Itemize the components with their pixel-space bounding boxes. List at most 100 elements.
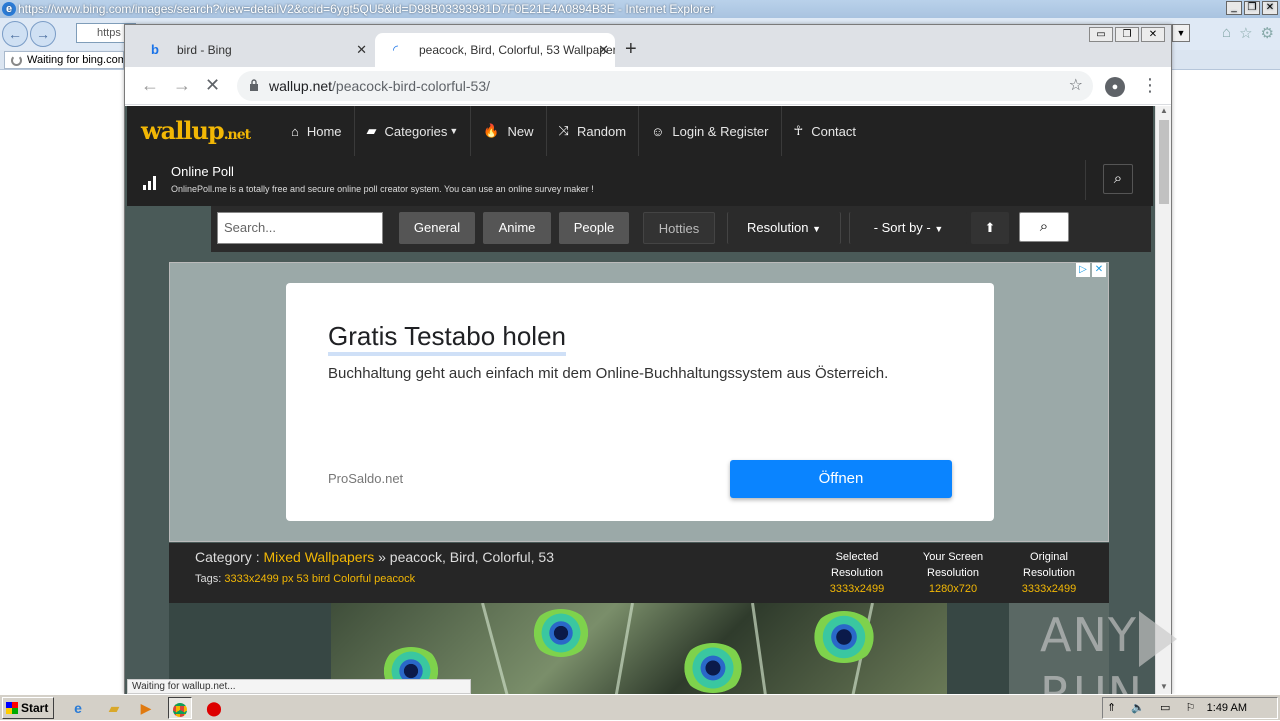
res-value: 3333x2499 bbox=[829, 583, 885, 595]
chrome-tab-wallup[interactable]: ◜ peacock, Bird, Colorful, 53 Wallpaper … bbox=[375, 33, 615, 67]
menu-label: New bbox=[507, 123, 534, 139]
filter-hotties-button[interactable]: Hotties bbox=[643, 212, 715, 244]
loading-icon: ◜ bbox=[393, 42, 399, 57]
ie-restore-button[interactable]: ❐ bbox=[1244, 1, 1260, 15]
ie-home-icon[interactable]: ⌂ bbox=[1222, 24, 1231, 42]
resolution-label: Resolution bbox=[747, 220, 809, 235]
url-host: wallup.net bbox=[269, 78, 333, 94]
sort-dropdown[interactable]: - Sort by - ▼ bbox=[849, 212, 967, 244]
ie-title-bar: e https://www.bing.com/images/search?vie… bbox=[0, 0, 1280, 18]
res-label: Resolution bbox=[1023, 567, 1075, 579]
ie-tab[interactable]: Waiting for bing.com bbox=[4, 51, 124, 69]
menu-categories[interactable]: ▰ Categories ▼ bbox=[355, 106, 472, 156]
poll-description: OnlinePoll.me is a totally free and secu… bbox=[171, 184, 594, 194]
close-tab-icon[interactable]: ✕ bbox=[598, 33, 609, 67]
menu-random[interactable]: ⤨ Random bbox=[547, 106, 640, 156]
chrome-window: b bird - Bing ✕ ◜ peacock, Bird, Colorfu… bbox=[124, 24, 1172, 694]
omnibox[interactable]: wallup.net/peacock-bird-colorful-53/ ☆ bbox=[237, 71, 1093, 101]
menu-home[interactable]: ⌂ Home bbox=[279, 106, 355, 156]
chrome-tab-label: bird - Bing bbox=[177, 43, 232, 57]
scroll-thumb[interactable] bbox=[1159, 120, 1169, 204]
filter-general-button[interactable]: General bbox=[399, 212, 475, 244]
ad-card[interactable]: Gratis Testabo holen Buchhaltung geht au… bbox=[286, 283, 994, 521]
chrome-tab-label: peacock, Bird, Colorful, 53 Wallpaper bbox=[419, 43, 615, 57]
play-icon bbox=[1138, 610, 1177, 667]
scroll-up-icon[interactable]: ▲ bbox=[1156, 106, 1171, 118]
adchoices-icon[interactable]: ▷ bbox=[1076, 263, 1090, 277]
forward-arrow-icon[interactable]: → bbox=[173, 75, 191, 95]
site-logo[interactable]: wallup.net bbox=[141, 116, 251, 145]
ie-tab-label: Waiting for bing.com bbox=[27, 54, 124, 66]
ad-source[interactable]: ProSaldo.net bbox=[328, 471, 403, 486]
ie-back-icon[interactable]: ← bbox=[2, 21, 28, 47]
original-resolution[interactable]: Original Resolution 3333x2499 bbox=[1009, 549, 1089, 597]
search-submit-icon[interactable]: ⌕ bbox=[1019, 212, 1069, 242]
res-label: Resolution bbox=[927, 567, 979, 579]
header-search-icon[interactable]: ⌕ bbox=[1103, 164, 1133, 194]
ad-open-button[interactable]: Öffnen bbox=[730, 460, 952, 498]
explorer-folder-icon[interactable]: ▰ bbox=[102, 697, 126, 719]
close-tab-icon[interactable]: ✕ bbox=[356, 33, 367, 67]
ie-close-button[interactable]: ✕ bbox=[1262, 1, 1278, 15]
logo-suffix: .net bbox=[223, 127, 251, 143]
start-button[interactable]: Start bbox=[2, 697, 54, 719]
loading-spinner-icon bbox=[11, 55, 22, 66]
filter-people-button[interactable]: People bbox=[559, 212, 629, 244]
menu-new[interactable]: 🔥 New bbox=[471, 106, 547, 156]
bookmark-star-icon[interactable]: ☆ bbox=[1069, 71, 1083, 101]
chrome-toolbar: ← → ✕ wallup.net/peacock-bird-colorful-5… bbox=[125, 67, 1171, 105]
ad-close-icon[interactable]: ✕ bbox=[1092, 263, 1106, 277]
advertisement[interactable]: ▷ ✕ Gratis Testabo holen Buchhaltung geh… bbox=[169, 262, 1109, 542]
status-bubble: Waiting for wallup.net... bbox=[127, 679, 471, 694]
selected-resolution[interactable]: Selected Resolution 3333x2499 bbox=[817, 549, 897, 597]
chrome-taskbar-icon[interactable] bbox=[168, 697, 192, 719]
bar-chart-icon bbox=[143, 176, 157, 190]
chrome-tab-strip: b bird - Bing ✕ ◜ peacock, Bird, Colorfu… bbox=[125, 25, 1171, 67]
start-label: Start bbox=[21, 701, 49, 715]
caret-down-icon: ▼ bbox=[449, 126, 459, 136]
new-tab-icon[interactable]: + bbox=[625, 39, 637, 59]
res-label: Resolution bbox=[831, 567, 883, 579]
online-poll-promo[interactable]: Online Poll OnlinePoll.me is a totally f… bbox=[141, 162, 1081, 202]
tray-icons[interactable]: ⇑ 🔈 ▭ ⚐ bbox=[1107, 698, 1201, 718]
stop-loading-icon[interactable]: ✕ bbox=[205, 75, 220, 95]
chrome-menu-icon[interactable]: ⋮ bbox=[1141, 75, 1159, 95]
chrome-minimize-button[interactable]: ▭ bbox=[1089, 27, 1113, 42]
menu-login[interactable]: ☺ Login & Register bbox=[639, 106, 782, 156]
menu-contact[interactable]: ☥ Contact bbox=[782, 106, 869, 156]
filter-anime-button[interactable]: Anime bbox=[483, 212, 551, 244]
media-player-icon[interactable]: ▶ bbox=[134, 697, 158, 719]
bing-icon: b bbox=[151, 42, 159, 57]
security-alert-icon[interactable]: ⬤ bbox=[202, 697, 226, 719]
profile-icon[interactable]: ● bbox=[1105, 77, 1125, 97]
header-divider bbox=[1085, 160, 1086, 200]
ie-gear-icon[interactable]: ⚙ bbox=[1261, 24, 1274, 42]
folder-icon: ▰ bbox=[366, 123, 377, 138]
sort-direction-up-icon[interactable]: ⬆ bbox=[971, 212, 1009, 244]
chrome-close-button[interactable]: ✕ bbox=[1141, 27, 1165, 42]
category-link[interactable]: Mixed Wallpapers bbox=[263, 549, 374, 565]
search-input[interactable]: Search... bbox=[217, 212, 383, 244]
ie-forward-icon[interactable]: → bbox=[30, 21, 56, 47]
screen-resolution[interactable]: Your Screen Resolution 1280x720 bbox=[913, 549, 993, 597]
menu-label: Contact bbox=[811, 123, 857, 139]
chrome-restore-button[interactable]: ❐ bbox=[1115, 27, 1139, 42]
ie-dropdown-icon[interactable]: ▼ bbox=[1172, 24, 1190, 42]
ie-minimize-button[interactable]: _ bbox=[1226, 1, 1242, 15]
ie-title-text: https://www.bing.com/images/search?view=… bbox=[18, 2, 715, 16]
shuffle-icon: ⤨ bbox=[558, 123, 569, 138]
ie-favorites-icon[interactable]: ☆ bbox=[1239, 24, 1252, 42]
back-arrow-icon[interactable]: ← bbox=[141, 75, 159, 95]
chrome-tab-bing[interactable]: b bird - Bing ✕ bbox=[133, 33, 373, 67]
tags-label: Tags: bbox=[195, 573, 222, 585]
page-scrollbar[interactable]: ▲ ▼ bbox=[1155, 106, 1171, 694]
res-label: Your Screen bbox=[922, 551, 984, 563]
category-label: Category : bbox=[195, 549, 260, 565]
lock-icon bbox=[250, 79, 258, 91]
clock[interactable]: 1:49 AM bbox=[1207, 698, 1247, 718]
resolution-dropdown[interactable]: Resolution ▼ bbox=[727, 212, 841, 244]
ie-logo-icon: e bbox=[2, 2, 16, 16]
ie-taskbar-icon[interactable]: e bbox=[66, 697, 90, 719]
ad-headline[interactable]: Gratis Testabo holen bbox=[328, 321, 566, 356]
tag-links[interactable]: 3333x2499 px 53 bird Colorful peacock bbox=[224, 573, 415, 585]
